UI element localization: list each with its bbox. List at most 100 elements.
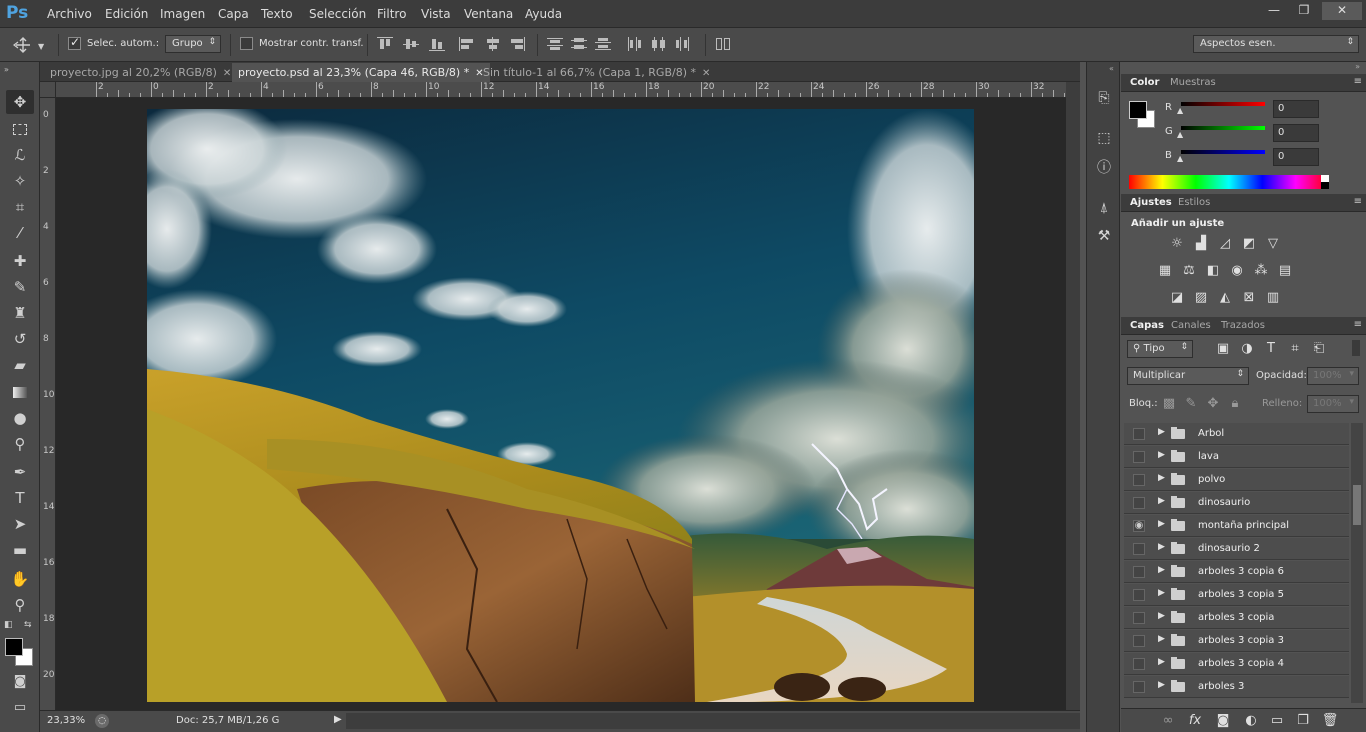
ruler-origin[interactable]: [40, 82, 56, 98]
layer-row[interactable]: ▶ lava: [1124, 446, 1349, 468]
align-top-edges-icon[interactable]: [377, 37, 393, 51]
red-channel-value[interactable]: 0: [1273, 100, 1319, 118]
delete-layer-icon[interactable]: 🗑︎: [1321, 713, 1339, 729]
color-spectrum-ramp[interactable]: [1129, 175, 1329, 189]
dodge-tool-icon[interactable]: ⚲: [6, 432, 34, 456]
blue-channel-value[interactable]: 0: [1273, 148, 1319, 166]
collapse-dock-icon[interactable]: «: [1109, 64, 1114, 73]
default-colors-icon[interactable]: ◧: [4, 620, 13, 630]
white-swatch[interactable]: [1321, 175, 1329, 182]
document-tab-sin-titulo[interactable]: Sin título-1 al 66,7% (Capa 1, RGB/8) * ✕: [477, 63, 716, 82]
vibrance-icon[interactable]: ▽: [1264, 236, 1282, 252]
expand-group-icon[interactable]: ▶: [1158, 450, 1165, 460]
crop-tool-icon[interactable]: ⌗: [6, 195, 34, 219]
close-tab-icon[interactable]: ✕: [702, 68, 710, 79]
gradient-tool-icon[interactable]: [6, 380, 34, 404]
layers-scrollbar-thumb[interactable]: [1353, 485, 1361, 525]
filter-smart-objects-icon[interactable]: ⎗: [1310, 341, 1328, 357]
menu-seleccion[interactable]: Selección: [309, 7, 366, 21]
magic-wand-tool-icon[interactable]: ✧: [6, 169, 34, 193]
pen-tool-icon[interactable]: ✒: [6, 460, 34, 484]
show-transform-checkbox[interactable]: [240, 37, 253, 50]
align-horizontal-centers-icon[interactable]: [485, 37, 501, 51]
distribute-bottom-icon[interactable]: [595, 37, 611, 51]
vertical-ruler[interactable]: 0 2 4 6 8 10 12 14 16 18 20: [40, 98, 56, 710]
blend-mode-dropdown[interactable]: Multiplicar ⇕: [1127, 367, 1249, 385]
layer-visibility-toggle[interactable]: [1133, 589, 1145, 601]
color-balance-icon[interactable]: ⚖: [1180, 263, 1198, 279]
layer-visibility-toggle[interactable]: [1133, 681, 1145, 693]
layer-row[interactable]: ▶ arboles 3 copia 4: [1124, 653, 1349, 675]
hue-saturation-icon[interactable]: ▦: [1156, 263, 1174, 279]
zoom-level[interactable]: 23,33%: [47, 715, 85, 726]
swap-colors-icon[interactable]: ⇆: [24, 620, 32, 630]
layer-filter-dropdown[interactable]: ⚲ Tipo ⇕: [1127, 340, 1193, 358]
tab-canales[interactable]: Canales: [1171, 320, 1211, 331]
layer-visibility-toggle[interactable]: [1133, 497, 1145, 509]
layer-style-icon[interactable]: fx: [1186, 713, 1204, 729]
menu-capa[interactable]: Capa: [218, 7, 249, 21]
lasso-tool-icon[interactable]: ℒ: [6, 143, 34, 167]
share-icon[interactable]: ◌: [95, 714, 109, 728]
panel-menu-icon[interactable]: ≡: [1354, 76, 1362, 87]
marquee-tool-icon[interactable]: [6, 117, 34, 141]
filter-shape-layers-icon[interactable]: ⌗: [1286, 341, 1304, 357]
filter-adjustment-layers-icon[interactable]: ◑: [1238, 341, 1256, 357]
menu-ayuda[interactable]: Ayuda: [525, 7, 562, 21]
invert-icon[interactable]: ◪: [1168, 290, 1186, 306]
menu-edicion[interactable]: Edición: [105, 7, 148, 21]
align-left-edges-icon[interactable]: [459, 37, 475, 51]
exposure-icon[interactable]: ◩: [1240, 236, 1258, 252]
workspace-dropdown[interactable]: Aspectos esen. ⇕: [1193, 35, 1359, 53]
layer-visibility-toggle[interactable]: [1133, 566, 1145, 578]
lock-transparent-pixels-icon[interactable]: ▩: [1160, 396, 1178, 412]
expand-group-icon[interactable]: ▶: [1158, 542, 1165, 552]
distribute-top-icon[interactable]: [547, 37, 563, 51]
layer-row[interactable]: ▶ Arbol: [1124, 423, 1349, 445]
rectangle-tool-icon[interactable]: ▬: [6, 538, 34, 562]
align-vertical-centers-icon[interactable]: [403, 37, 419, 51]
lock-position-icon[interactable]: ✥: [1204, 396, 1222, 412]
layer-visibility-toggle[interactable]: [1133, 451, 1145, 463]
menu-vista[interactable]: Vista: [421, 7, 451, 21]
expand-group-icon[interactable]: ▶: [1158, 496, 1165, 506]
expand-group-icon[interactable]: ▶: [1158, 611, 1165, 621]
levels-icon[interactable]: ▟: [1192, 236, 1210, 252]
document-canvas[interactable]: [147, 109, 974, 702]
expand-group-icon[interactable]: ▶: [1158, 473, 1165, 483]
menu-imagen[interactable]: Imagen: [160, 7, 205, 21]
history-panel-icon[interactable]: ⎘: [1093, 87, 1115, 109]
eyedropper-tool-icon[interactable]: ⁄: [6, 221, 34, 245]
layer-row[interactable]: ▶ polvo: [1124, 469, 1349, 491]
move-tool-icon[interactable]: ✥: [6, 90, 34, 114]
expand-group-icon[interactable]: ▶: [1158, 519, 1165, 529]
posterize-icon[interactable]: ▨: [1192, 290, 1210, 306]
expand-group-icon[interactable]: ▶: [1158, 657, 1165, 667]
quick-mask-icon[interactable]: ◙: [6, 670, 34, 694]
menu-ventana[interactable]: Ventana: [464, 7, 513, 21]
color-panel-foreground-swatch[interactable]: [1129, 101, 1147, 119]
expand-group-icon[interactable]: ▶: [1158, 634, 1165, 644]
green-channel-value[interactable]: 0: [1273, 124, 1319, 142]
brush-tool-icon[interactable]: ✎: [6, 275, 34, 299]
slider-handle-icon[interactable]: ▲: [1177, 154, 1183, 163]
close-window-button[interactable]: ✕: [1322, 2, 1362, 20]
selective-color-icon[interactable]: ⊠: [1240, 290, 1258, 306]
align-right-edges-icon[interactable]: [509, 37, 525, 51]
path-selection-tool-icon[interactable]: ➤: [6, 512, 34, 536]
layers-scrollbar[interactable]: [1351, 423, 1363, 703]
brightness-contrast-icon[interactable]: ☼: [1168, 236, 1186, 252]
gradient-map-icon[interactable]: ▥: [1264, 290, 1282, 306]
layer-visibility-toggle[interactable]: ◉: [1133, 520, 1145, 532]
align-bottom-edges-icon[interactable]: [429, 37, 445, 51]
new-adjustment-layer-icon[interactable]: ◐: [1242, 713, 1260, 729]
slider-handle-icon[interactable]: ▲: [1177, 130, 1183, 139]
tool-presets-icon[interactable]: ⚒: [1093, 225, 1115, 247]
collapse-panels-icon[interactable]: »: [1355, 62, 1360, 71]
expand-group-icon[interactable]: ▶: [1158, 680, 1165, 690]
layer-row[interactable]: ◉ ▶ montaña principal: [1124, 515, 1349, 537]
fill-input[interactable]: 100% ▾: [1307, 395, 1359, 413]
collapse-icon[interactable]: »: [4, 65, 9, 74]
panel-menu-icon[interactable]: ≡: [1354, 319, 1362, 330]
healing-brush-tool-icon[interactable]: ✚: [6, 249, 34, 273]
